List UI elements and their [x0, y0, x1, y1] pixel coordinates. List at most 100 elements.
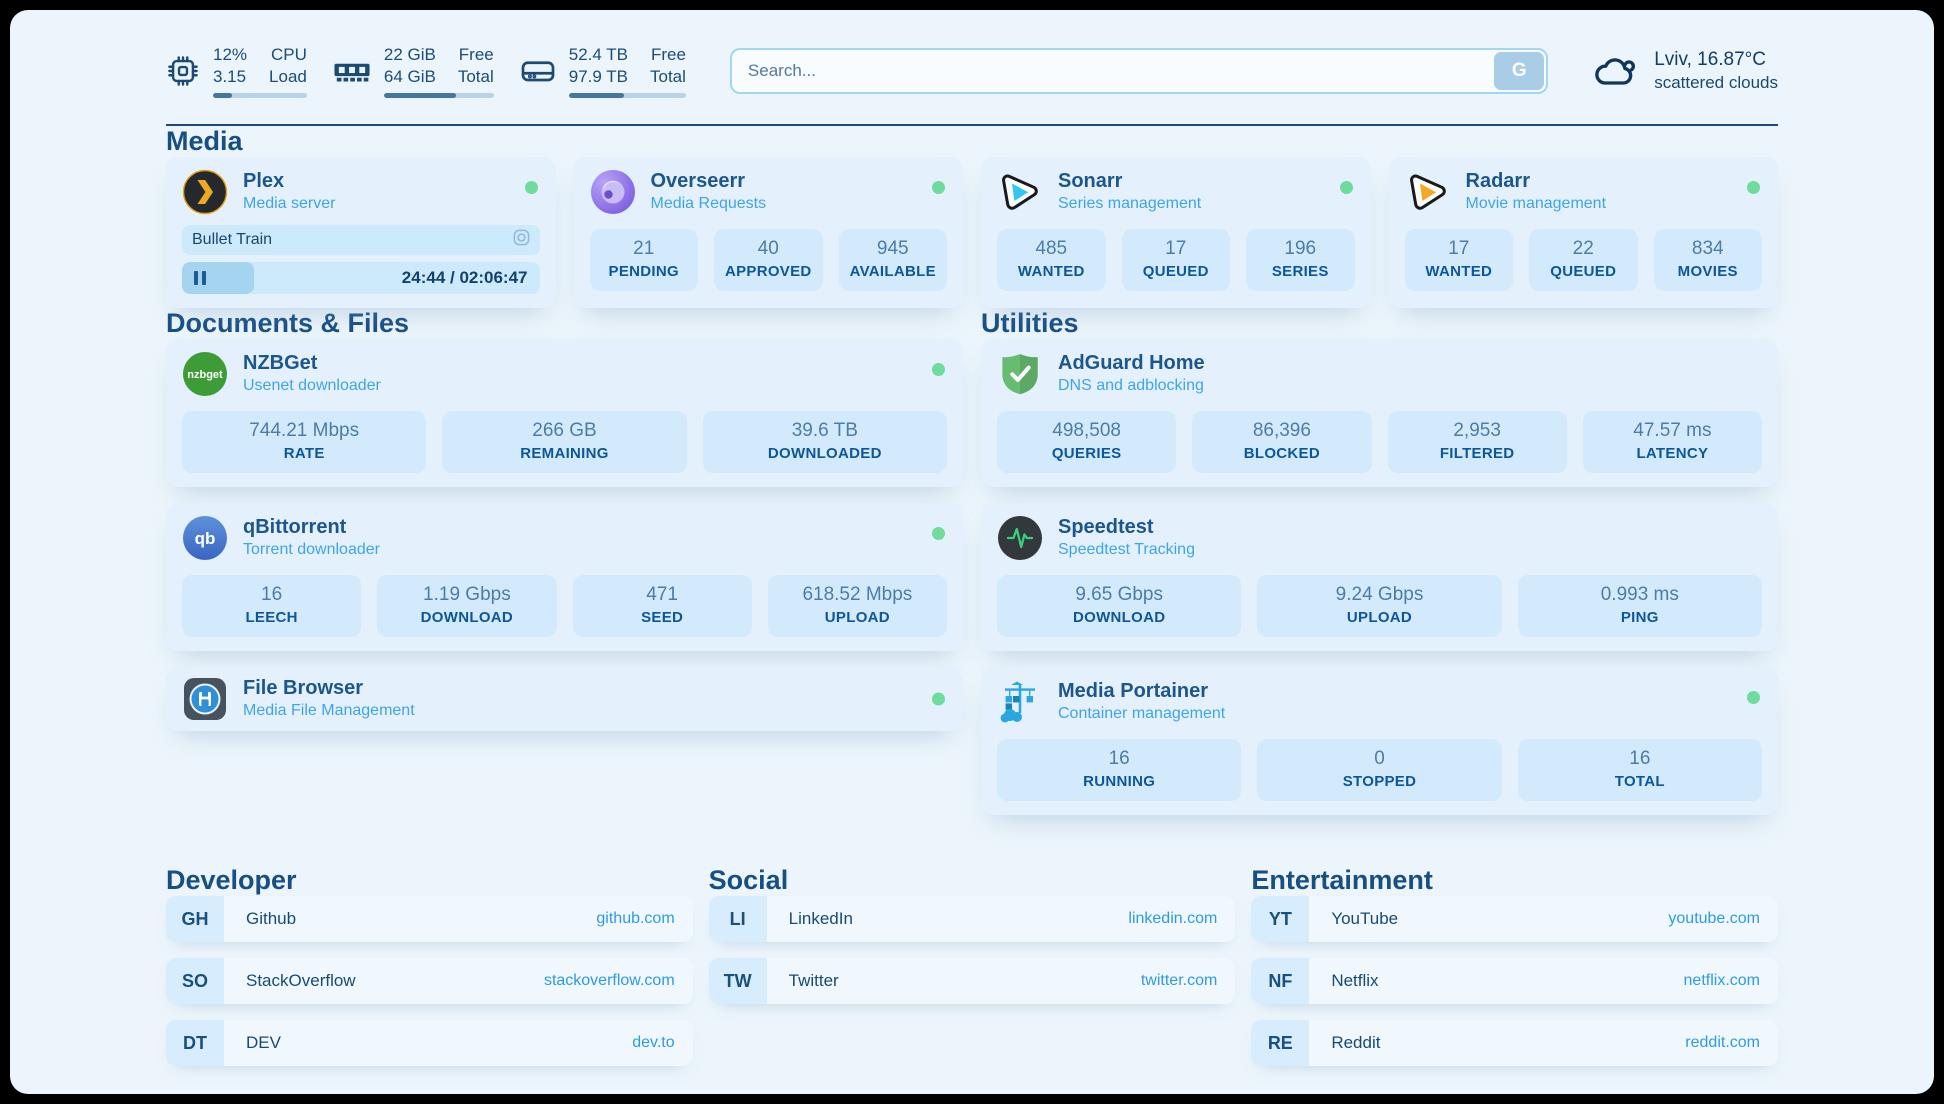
filebrowser-icon	[182, 676, 228, 722]
cpu-icon	[166, 54, 200, 88]
disk-icon	[520, 56, 556, 86]
disk-stat: 52.4 TB 97.9 TB Free Total	[520, 44, 686, 98]
link-row-linkedin[interactable]: LI LinkedIn linkedin.com	[709, 896, 1236, 942]
stat-tile: 0 STOPPED	[1257, 739, 1501, 801]
developer-group: Developer GH Github github.com SO StackO…	[166, 865, 693, 1066]
link-name: Reddit	[1331, 1033, 1380, 1053]
social-group: Social LI LinkedIn linkedin.com TW Twitt…	[709, 865, 1236, 1004]
stat-tile: 744.21 Mbps RATE	[182, 411, 426, 473]
link-url: dev.to	[632, 1034, 674, 1052]
status-dot	[1340, 181, 1353, 194]
link-badge: LI	[709, 896, 767, 942]
link-row-dev[interactable]: DT DEV dev.to	[166, 1020, 693, 1066]
disk-progress-fill	[569, 93, 624, 98]
stat-tile: 47.57 ms LATENCY	[1583, 411, 1762, 473]
stat-tile: 9.24 Gbps UPLOAD	[1257, 575, 1501, 637]
stat-tile: 0.993 ms PING	[1518, 575, 1762, 637]
link-row-github[interactable]: GH Github github.com	[166, 896, 693, 942]
section-title-media: Media	[166, 126, 1778, 157]
app-card-plex[interactable]: Plex Media server Bullet Train	[166, 157, 556, 308]
link-row-twitter[interactable]: TW Twitter twitter.com	[709, 958, 1236, 1004]
app-subtitle: Speedtest Tracking	[1058, 540, 1195, 561]
stat-tile: 2,953 FILTERED	[1388, 411, 1567, 473]
cpu-progress-fill	[213, 93, 232, 98]
link-name: YouTube	[1331, 909, 1398, 929]
stat-tile: 16 TOTAL	[1518, 739, 1762, 801]
radarr-icon	[1405, 169, 1451, 215]
link-row-reddit[interactable]: RE Reddit reddit.com	[1251, 1020, 1778, 1066]
link-row-stackoverflow[interactable]: SO StackOverflow stackoverflow.com	[166, 958, 693, 1004]
status-dot	[932, 527, 945, 540]
app-name: Overseerr	[651, 169, 767, 194]
disk-progress-bar	[569, 93, 686, 98]
stat-tile: 945 AVAILABLE	[839, 229, 948, 291]
status-dot	[932, 693, 945, 706]
app-card-portainer[interactable]: Media Portainer Container management 16 …	[981, 667, 1778, 815]
memory-progress-bar	[384, 93, 494, 98]
section-title-social: Social	[709, 865, 1236, 896]
link-url: netflix.com	[1684, 972, 1760, 990]
stat-tile: 834 MOVIES	[1654, 229, 1763, 291]
app-name: Radarr	[1466, 169, 1607, 194]
stat-tile: 266 GB REMAINING	[442, 411, 686, 473]
search-engine-button[interactable]: G	[1494, 52, 1544, 90]
weather-condition: scattered clouds	[1654, 72, 1778, 94]
documents-column: Documents & Files nzbget	[166, 308, 963, 731]
stat-tile: 17 QUEUED	[1122, 229, 1231, 291]
stat-tile: 22 QUEUED	[1529, 229, 1638, 291]
stat-tile: 16 LEECH	[182, 575, 361, 637]
app-name: qBittorrent	[243, 515, 380, 540]
cpu-usage-label: CPU	[269, 44, 307, 66]
stat-tile: 498,508 QUERIES	[997, 411, 1176, 473]
playback-progress-fill	[182, 262, 254, 294]
app-subtitle: DNS and adblocking	[1058, 376, 1205, 397]
app-card-radarr[interactable]: Radarr Movie management 17 WANTED 22 QUE…	[1389, 157, 1779, 308]
app-card-adguard[interactable]: AdGuard Home DNS and adblocking 498,508 …	[981, 339, 1778, 487]
stat-tile: 1.19 Gbps DOWNLOAD	[377, 575, 556, 637]
app-name: File Browser	[243, 676, 415, 701]
playback-progress-bar: 24:44 / 02:06:47	[182, 262, 540, 294]
link-badge: GH	[166, 896, 224, 942]
dashboard-panel: 12% 3.15 CPU Load	[10, 10, 1934, 1094]
topbar: 12% 3.15 CPU Load	[166, 10, 1778, 98]
memory-icon	[333, 56, 371, 86]
link-name: Netflix	[1331, 971, 1378, 991]
link-name: DEV	[246, 1033, 281, 1053]
portainer-icon	[997, 679, 1043, 725]
svg-text:nzbget: nzbget	[187, 369, 223, 381]
link-row-netflix[interactable]: NF Netflix netflix.com	[1251, 958, 1778, 1004]
search-input[interactable]	[730, 48, 1548, 94]
link-badge: NF	[1251, 958, 1309, 1004]
app-card-sonarr[interactable]: Sonarr Series management 485 WANTED 17 Q…	[981, 157, 1371, 308]
app-card-speedtest[interactable]: Speedtest Speedtest Tracking 9.65 Gbps D…	[981, 503, 1778, 651]
disk-total-label: Total	[650, 66, 686, 88]
target-icon	[513, 229, 530, 251]
sonarr-icon	[997, 169, 1043, 215]
stat-tile: 16 RUNNING	[997, 739, 1241, 801]
cloud-icon	[1592, 53, 1640, 89]
link-url: linkedin.com	[1128, 910, 1217, 928]
now-playing-title: Bullet Train	[192, 231, 272, 249]
app-name: Plex	[243, 169, 335, 194]
app-card-filebrowser[interactable]: File Browser Media File Management	[166, 667, 963, 731]
app-subtitle: Usenet downloader	[243, 376, 381, 397]
cpu-load-label: Load	[269, 66, 307, 88]
app-card-nzbget[interactable]: nzbget NZBGet Usenet downloader 74	[166, 339, 963, 487]
stat-tile: 39.6 TB DOWNLOADED	[703, 411, 947, 473]
cpu-load-value: 3.15	[213, 66, 247, 88]
playback-time: 24:44 / 02:06:47	[402, 268, 528, 288]
link-row-youtube[interactable]: YT YouTube youtube.com	[1251, 896, 1778, 942]
svg-text:qb: qb	[195, 529, 216, 548]
section-title-developer: Developer	[166, 865, 693, 896]
stat-tile: 86,396 BLOCKED	[1192, 411, 1371, 473]
app-card-qbittorrent[interactable]: qb qBittorrent Torrent downloader	[166, 503, 963, 651]
app-subtitle: Media server	[243, 194, 335, 215]
section-title-utilities: Utilities	[981, 308, 1778, 339]
qbittorrent-icon: qb	[182, 515, 228, 561]
app-card-overseerr[interactable]: Overseerr Media Requests 21 PENDING 40 A…	[574, 157, 964, 308]
stat-tile: 618.52 Mbps UPLOAD	[768, 575, 947, 637]
link-url: youtube.com	[1668, 910, 1760, 928]
media-card-row: Plex Media server Bullet Train	[166, 157, 1778, 308]
app-name: Speedtest	[1058, 515, 1195, 540]
section-title-documents: Documents & Files	[166, 308, 963, 339]
